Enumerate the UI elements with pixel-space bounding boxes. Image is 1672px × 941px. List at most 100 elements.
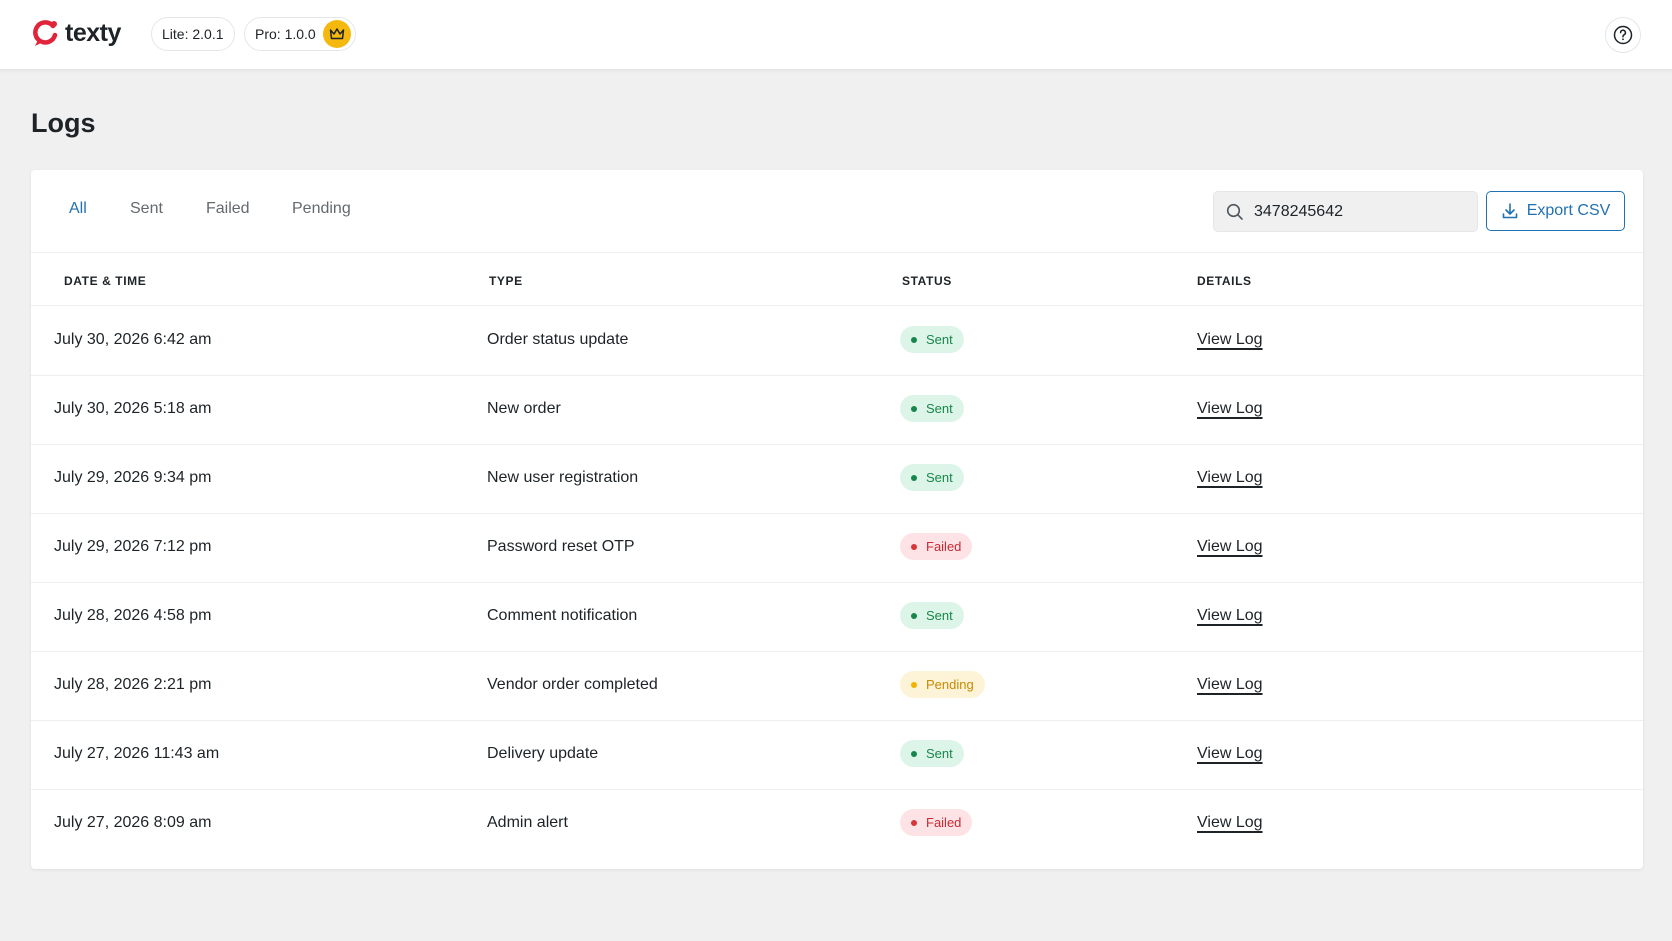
status-badge: Sent — [900, 395, 964, 422]
texty-logo[interactable]: texty — [31, 16, 121, 50]
view-log-link[interactable]: View Log — [1197, 469, 1263, 486]
row-status: Sent — [900, 602, 964, 629]
status-dot — [911, 612, 917, 619]
row-details: View Log — [1197, 400, 1263, 418]
view-log-link[interactable]: View Log — [1197, 814, 1263, 831]
help-circle-icon — [1613, 25, 1633, 45]
crown-icon — [322, 20, 351, 48]
row-details: View Log — [1197, 538, 1263, 556]
row-type: New user registration — [487, 469, 639, 486]
table-row: July 27, 2026 11:43 am Delivery update S… — [31, 721, 1643, 790]
view-log-link[interactable]: View Log — [1197, 745, 1263, 762]
lite-version-label: Lite: 2.0.1 — [162, 26, 224, 42]
row-type: Admin alert — [487, 814, 568, 831]
column-header-details: DETAILS — [1197, 274, 1252, 288]
view-log-link[interactable]: View Log — [1197, 331, 1263, 348]
row-type: Password reset OTP — [487, 538, 635, 555]
status-label: Sent — [926, 332, 953, 347]
row-type: Vendor order completed — [487, 676, 658, 693]
download-icon — [1502, 203, 1518, 219]
logo-text: texty — [65, 18, 121, 47]
help-button[interactable] — [1605, 17, 1641, 53]
status-label: Sent — [926, 401, 953, 416]
row-date: July 27, 2026 11:43 am — [54, 745, 220, 762]
table-header: DATE & TIME TYPE STATUS DETAILS — [31, 252, 1643, 306]
row-status: Sent — [900, 326, 964, 353]
table-row: July 29, 2026 9:34 pm New user registrat… — [31, 445, 1643, 514]
view-log-link[interactable]: View Log — [1197, 400, 1263, 417]
row-status: Sent — [900, 464, 964, 491]
status-dot — [911, 336, 917, 343]
row-type: Order status update — [487, 331, 629, 348]
row-status: Sent — [900, 395, 964, 422]
row-details: View Log — [1197, 676, 1263, 694]
row-date: July 28, 2026 4:58 pm — [54, 607, 212, 624]
column-header-type: TYPE — [489, 274, 523, 288]
status-badge: Failed — [900, 533, 973, 560]
status-label: Sent — [926, 746, 953, 761]
top-bar: texty Lite: 2.0.1 Pro: 1.0.0 — [0, 0, 1672, 70]
pro-version-label: Pro: 1.0.0 — [255, 26, 316, 42]
table-row: July 30, 2026 5:18 am New order Sent Vie… — [31, 376, 1643, 445]
lite-version-badge: Lite: 2.0.1 — [151, 17, 235, 51]
status-dot — [911, 474, 917, 481]
status-dot — [911, 681, 917, 688]
row-date: July 28, 2026 2:21 pm — [54, 676, 212, 693]
tab-failed[interactable]: Failed — [206, 200, 250, 218]
status-label: Pending — [926, 677, 974, 692]
status-badge: Sent — [900, 464, 964, 491]
export-csv-button[interactable]: Export CSV — [1486, 191, 1625, 231]
row-type: Delivery update — [487, 745, 599, 762]
view-log-link[interactable]: View Log — [1197, 538, 1263, 555]
row-date: July 29, 2026 7:12 pm — [54, 538, 212, 555]
status-dot — [911, 543, 917, 550]
table-row: July 28, 2026 4:58 pm Comment notificati… — [31, 583, 1643, 652]
row-type: New order — [487, 400, 561, 417]
tab-all[interactable]: All — [69, 200, 87, 218]
row-status: Failed — [900, 809, 973, 836]
search-box — [1213, 191, 1478, 232]
tab-sent[interactable]: Sent — [130, 200, 163, 218]
pro-version-badge: Pro: 1.0.0 — [244, 17, 356, 51]
texty-logo-icon — [33, 20, 58, 46]
row-date: July 30, 2026 6:42 am — [54, 331, 212, 348]
row-date: July 27, 2026 8:09 am — [54, 814, 212, 831]
status-badge: Sent — [900, 740, 964, 767]
row-details: View Log — [1197, 814, 1263, 832]
row-date: July 29, 2026 9:34 pm — [54, 469, 212, 486]
row-details: View Log — [1197, 469, 1263, 487]
status-badge: Sent — [900, 326, 964, 353]
row-details: View Log — [1197, 745, 1263, 763]
table-row: July 27, 2026 8:09 am Admin alert Failed… — [31, 790, 1643, 859]
status-label: Failed — [926, 539, 962, 554]
table-row: July 28, 2026 2:21 pm Vendor order compl… — [31, 652, 1643, 721]
row-status: Sent — [900, 740, 964, 767]
view-log-link[interactable]: View Log — [1197, 676, 1263, 693]
status-badge: Sent — [900, 602, 964, 629]
table-row: July 29, 2026 7:12 pm Password reset OTP… — [31, 514, 1643, 583]
status-label: Failed — [926, 815, 962, 830]
status-badge: Failed — [900, 809, 973, 836]
tab-pending[interactable]: Pending — [292, 200, 351, 218]
row-details: View Log — [1197, 607, 1263, 625]
row-date: July 30, 2026 5:18 am — [54, 400, 212, 417]
status-label: Sent — [926, 608, 953, 623]
status-badge: Pending — [900, 671, 985, 698]
page-title: Logs — [31, 108, 96, 138]
view-log-link[interactable]: View Log — [1197, 607, 1263, 624]
table-row: July 30, 2026 6:42 am Order status updat… — [31, 307, 1643, 376]
export-csv-label: Export CSV — [1526, 202, 1611, 219]
status-dot — [911, 750, 917, 757]
logs-card: All Sent Failed Pending Export CSV DATE … — [31, 170, 1643, 869]
row-status: Failed — [900, 533, 973, 560]
row-details: View Log — [1197, 331, 1263, 349]
column-header-status: STATUS — [902, 274, 952, 288]
search-icon — [1226, 203, 1244, 221]
status-label: Sent — [926, 470, 953, 485]
status-dot — [911, 405, 917, 412]
row-type: Comment notification — [487, 607, 638, 624]
search-input[interactable] — [1252, 201, 1456, 222]
status-dot — [911, 819, 917, 826]
column-header-date: DATE & TIME — [64, 274, 147, 288]
row-status: Pending — [900, 671, 985, 698]
